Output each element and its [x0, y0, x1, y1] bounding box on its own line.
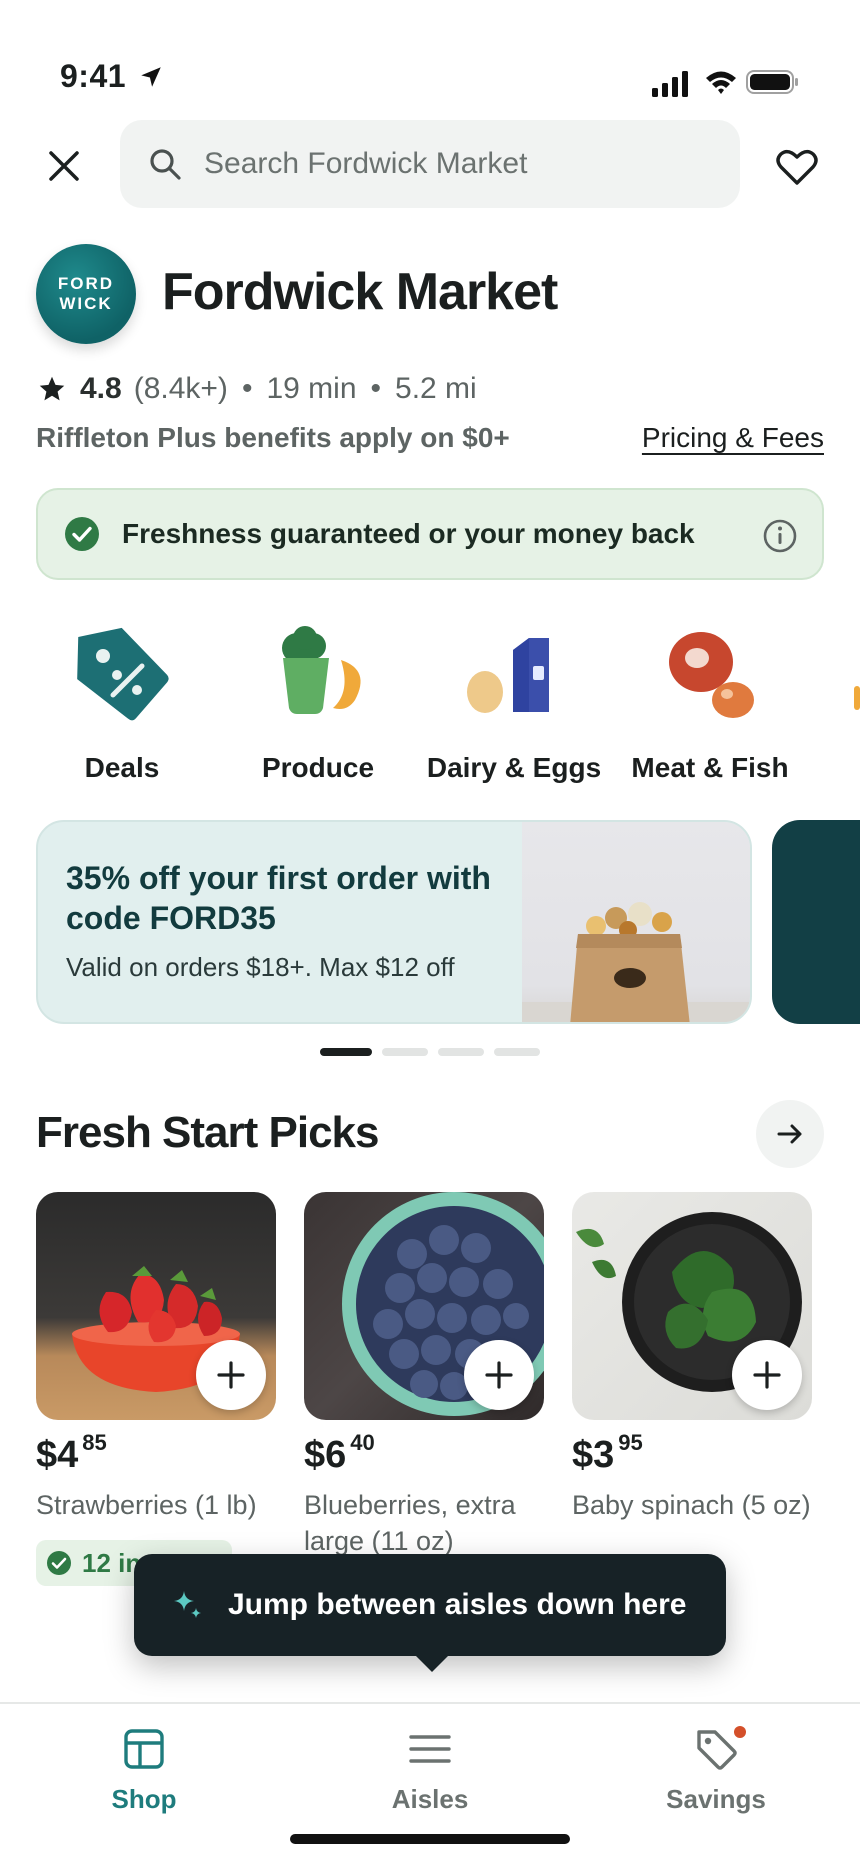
logo-text-line2: WICK — [59, 294, 113, 313]
category-partial[interactable] — [854, 686, 860, 710]
category-meat-fish[interactable]: Meat & Fish — [620, 620, 800, 790]
info-icon[interactable] — [762, 518, 798, 554]
review-count: (8.4k+) — [133, 372, 228, 405]
carousel-dot[interactable] — [382, 1048, 428, 1056]
carousel-dot-active[interactable] — [320, 1048, 372, 1056]
category-label: Dairy & Eggs — [426, 752, 602, 783]
close-button[interactable] — [36, 138, 92, 194]
battery-icon — [746, 70, 798, 94]
savings-tag-icon — [697, 1730, 737, 1770]
product-card[interactable]: $3 95 Baby spinach (5 oz) — [572, 1192, 812, 1559]
search-icon — [150, 149, 181, 180]
price-dollars: $6 — [304, 1434, 347, 1476]
product-card[interactable]: $6 40 Blueberries, extra large (11 oz) — [304, 1192, 544, 1559]
produce-icon — [282, 626, 361, 714]
plus-icon — [485, 1361, 513, 1389]
dairy-icon — [467, 638, 549, 713]
guarantee-text: Freshness guaranteed or your money back — [122, 518, 695, 549]
category-label: Deals — [84, 752, 160, 783]
tab-label: Shop — [111, 1784, 177, 1814]
aisles-icon — [409, 1735, 451, 1763]
price: $3 95 — [572, 1430, 812, 1477]
store-name: Fordwick Market — [162, 263, 558, 321]
search-placeholder: Search Fordwick Market — [204, 147, 528, 180]
plus-icon — [753, 1361, 781, 1389]
tag-icon — [77, 627, 169, 721]
promo-card-next[interactable] — [772, 820, 860, 1024]
see-all-button[interactable] — [756, 1100, 824, 1168]
category-deals[interactable]: Deals — [32, 620, 212, 790]
meat-icon — [669, 632, 754, 718]
close-icon — [49, 151, 79, 181]
price-dollars: $3 — [572, 1434, 615, 1476]
tab-savings[interactable]: Savings — [616, 1726, 816, 1815]
strawberries-image — [36, 1192, 276, 1420]
add-to-cart-button[interactable] — [732, 1340, 802, 1410]
category-dairy-eggs[interactable]: Dairy & Eggs — [424, 620, 604, 790]
search-input[interactable]: Search Fordwick Market — [120, 120, 740, 208]
tab-label: Aisles — [391, 1784, 469, 1814]
freshness-guarantee-banner[interactable]: Freshness guaranteed or your money back — [36, 488, 824, 580]
product-name: Baby spinach (5 oz) — [572, 1490, 811, 1520]
status-time: 9:41 — [60, 58, 127, 94]
tooltip-text: Jump between aisles down here — [228, 1588, 687, 1621]
separator-dot: • — [241, 372, 253, 405]
delivery-eta: 19 min — [266, 372, 357, 405]
plus-icon — [217, 1361, 245, 1389]
cellular-signal-icon — [652, 71, 688, 97]
store-meta: 4.8 (8.4k+) • 19 min • 5.2 mi — [38, 372, 477, 406]
carousel-indicator — [320, 1048, 540, 1056]
grocery-bag-image — [522, 822, 750, 1022]
product-name: Blueberries, extra large (11 oz) — [304, 1490, 516, 1556]
price-cents: 85 — [82, 1430, 107, 1455]
promo-subtitle: Valid on orders $18+. Max $12 off — [66, 952, 455, 982]
product-card[interactable]: $4 85 Strawberries (1 lb) — [36, 1192, 276, 1559]
arrow-right-icon — [777, 1124, 802, 1144]
price: $4 85 — [36, 1430, 276, 1477]
promo-card[interactable]: 35% off your first order with code FORD3… — [36, 820, 752, 1024]
add-to-cart-button[interactable] — [464, 1340, 534, 1410]
add-to-cart-button[interactable] — [196, 1340, 266, 1410]
blueberries-image — [304, 1192, 544, 1420]
status-bar: 9:41 — [0, 0, 860, 110]
price-dollars: $4 — [36, 1434, 79, 1476]
tab-label: Savings — [666, 1784, 766, 1814]
pricing-fees-link[interactable]: Pricing & Fees — [642, 422, 824, 454]
heart-icon — [776, 149, 818, 185]
shop-icon — [124, 1729, 164, 1769]
store-distance: 5.2 mi — [395, 372, 477, 405]
membership-benefits: Riffleton Plus benefits apply on $0+ — [36, 422, 510, 453]
location-arrow-icon — [141, 67, 161, 87]
store-logo: FORD WICK — [36, 244, 136, 344]
price-cents: 95 — [618, 1430, 643, 1455]
category-label: Meat & Fish — [631, 752, 789, 783]
separator-dot: • — [370, 372, 382, 405]
store-rating: 4.8 — [80, 372, 122, 405]
tab-shop[interactable]: Shop — [44, 1726, 244, 1815]
carousel-dot[interactable] — [438, 1048, 484, 1056]
category-label: Produce — [261, 752, 375, 783]
baby-spinach-image — [572, 1192, 812, 1420]
home-indicator — [290, 1834, 570, 1844]
check-circle-icon — [47, 1551, 71, 1575]
category-produce[interactable]: Produce — [228, 620, 408, 790]
price: $6 40 — [304, 1430, 544, 1477]
favorite-button[interactable] — [770, 140, 824, 194]
carousel-dot[interactable] — [494, 1048, 540, 1056]
check-circle-icon — [65, 517, 99, 551]
section-title: Fresh Start Picks — [36, 1108, 379, 1157]
stock-text: 12 in — [82, 1547, 142, 1578]
wifi-icon — [706, 71, 736, 94]
star-icon — [39, 376, 65, 401]
price-cents: 40 — [350, 1430, 375, 1455]
promo-title: 35% off your first order with code FORD3… — [66, 860, 491, 936]
logo-text-line1: FORD — [57, 274, 115, 293]
sparkle-icon — [174, 1591, 201, 1618]
tab-aisles[interactable]: Aisles — [330, 1726, 530, 1815]
notification-dot — [734, 1726, 746, 1738]
aisles-tooltip[interactable]: Jump between aisles down here — [134, 1554, 726, 1672]
